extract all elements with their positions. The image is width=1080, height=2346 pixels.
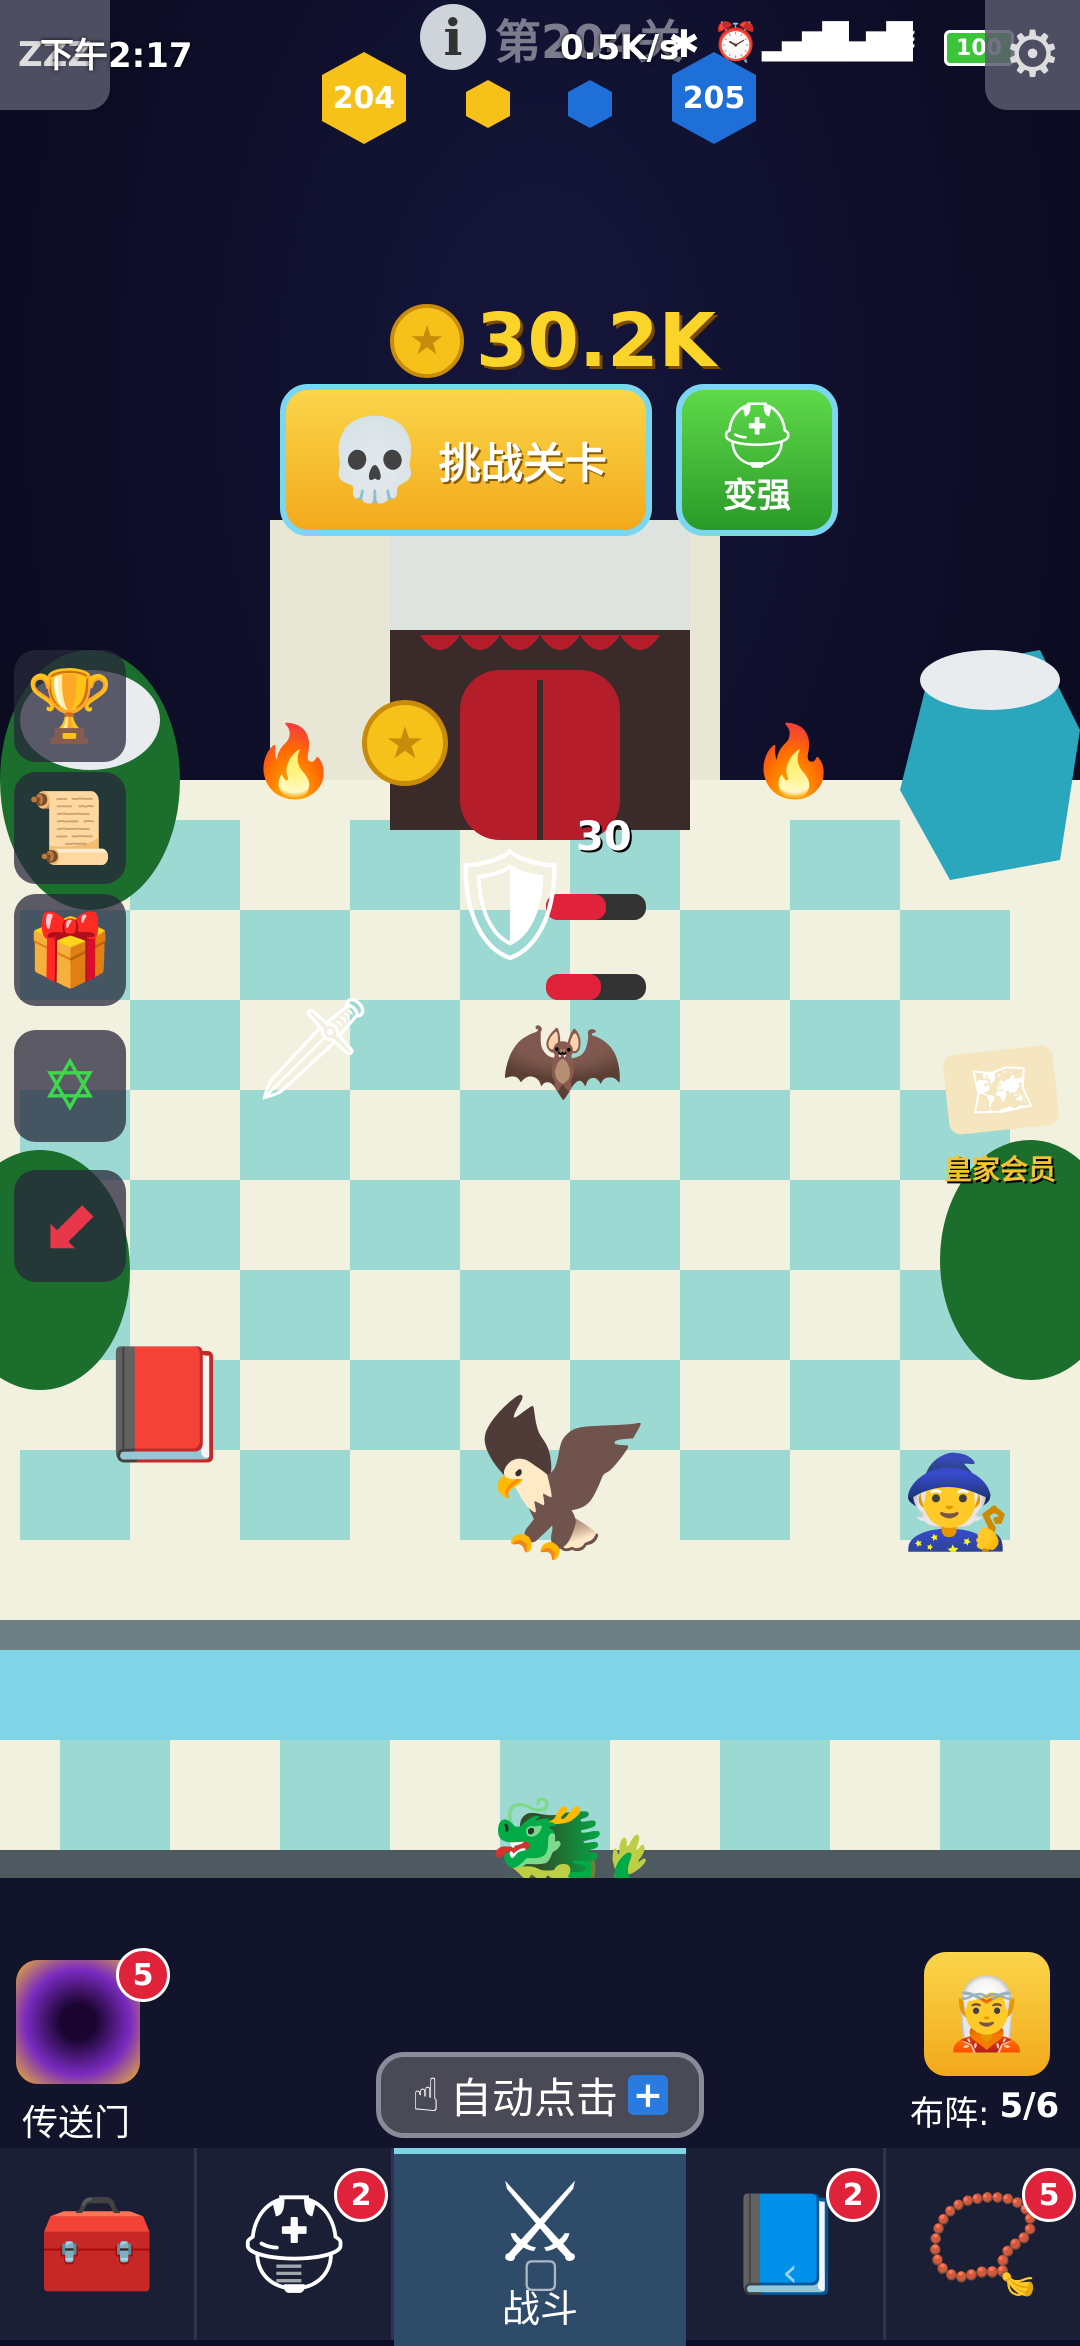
settings-button[interactable]: ⚙ (985, 0, 1080, 110)
hero-warrior[interactable]: 🗡 (250, 990, 377, 1108)
formation-info: 布阵: 5/6 (910, 2086, 1059, 2135)
coin-counter: ★ 30.2K (390, 296, 716, 386)
next-level-number: 205 (682, 80, 746, 116)
nav-battle[interactable]: ⚔ 战斗 (394, 2148, 686, 2346)
royal-map-icon: 🗺 (966, 1057, 1036, 1122)
hero-portrait-icon: 🧝 (943, 1972, 1031, 2055)
network-speed: 0.5K/s (560, 28, 680, 68)
formation-label: 布阵: (910, 2094, 990, 2134)
upgrade-button[interactable]: ⛑ 变强 (676, 384, 838, 536)
fire-brazier-right: 🔥 (750, 720, 838, 802)
heroes-badge-count: 2 (350, 2177, 372, 2213)
challenge-label: 挑战关卡 (438, 438, 607, 488)
skull-icon: 💀 (325, 413, 425, 506)
amulet-badge-count: 5 (1038, 2177, 1060, 2213)
hero-eagle[interactable]: 🦅 (470, 1390, 657, 1566)
bluetooth-icon: ✱ (668, 22, 700, 66)
arrow-icon: ⬋ (40, 1185, 100, 1267)
status-bar: ZZZ 下午2:17 i 第204关 0.5K/s ✱ ⏰ ▂▄▆█ ▂▄▆█ … (0, 0, 1080, 110)
portal-label: 传送门 (22, 2103, 131, 2144)
hero-spellbook[interactable]: 📕 (96, 1340, 233, 1469)
rank-trophy-button[interactable]: 🏆 (14, 650, 126, 762)
enemy-health-bar-2 (546, 974, 646, 1000)
gift-icon: 🎁 (26, 908, 114, 991)
fire-brazier-left: 🔥 (250, 720, 338, 802)
castle-gate (390, 520, 690, 840)
viking-helmet-icon: ⛑ (716, 398, 798, 473)
system-menu-icon[interactable]: ≡ (272, 2250, 306, 2296)
wifi-icon: ≋ (888, 20, 919, 61)
auto-click-label: 自动点击 (450, 2073, 619, 2123)
snowy-rock-right (900, 650, 1080, 880)
book-badge-count: 2 (842, 2177, 864, 2213)
info-icon[interactable]: i (420, 4, 486, 70)
book-badge: 2 (826, 2168, 880, 2222)
trophy-icon: 🏆 (26, 664, 114, 747)
collapse-arrow-button[interactable]: ⬋ (14, 1170, 126, 1282)
coin-amount: 30.2K (476, 298, 716, 384)
formation-button[interactable]: 🧝 (924, 1952, 1050, 2076)
damage-number: 30 (576, 814, 632, 860)
system-home-icon[interactable]: ▢ (522, 2250, 560, 2296)
hero-knight-small[interactable]: 🧙 (900, 1450, 1012, 1555)
hexagram-icon: ✡ (40, 1045, 100, 1127)
hexagram-button[interactable]: ✡ (14, 1030, 126, 1142)
plus-icon[interactable]: + (628, 2075, 669, 2116)
portal-badge: 5 (116, 1948, 170, 2002)
enemy-health-fill-2 (546, 974, 601, 1000)
portal-badge-count: 5 (132, 1957, 154, 1993)
current-level-number: 204 (332, 80, 396, 116)
enemy-winged-demon[interactable]: 🦇 (500, 1000, 625, 1118)
royal-member-label: 皇家会员 (944, 1153, 1057, 1186)
nav-treasure-chest[interactable]: 🧰 (0, 2148, 197, 2340)
formation-count: 5/6 (999, 2086, 1060, 2126)
enemy-dark-knight[interactable]: 🛡 (440, 840, 580, 969)
tap-hand-icon: ☝ (411, 2068, 440, 2122)
amulet-badge: 5 (1022, 2168, 1076, 2222)
coin-icon: ★ (390, 304, 464, 378)
scroll-icon: 📜 (26, 786, 114, 869)
gear-icon: ⚙ (1003, 18, 1062, 92)
heroes-badge: 2 (334, 2168, 388, 2222)
clock: 下午2:17 (40, 36, 193, 76)
upgrade-label: 变强 (723, 475, 791, 516)
system-back-icon[interactable]: ‹ (782, 2250, 798, 2296)
quest-scroll-button[interactable]: 📜 (14, 772, 126, 884)
gift-button[interactable]: 🎁 (14, 894, 126, 1006)
challenge-level-button[interactable]: 💀 挑战关卡 (280, 384, 652, 536)
auto-click-button[interactable]: ☝ 自动点击 + (376, 2052, 704, 2138)
dropped-coin-icon[interactable]: ★ (362, 700, 448, 786)
treasure-chest-icon: 🧰 (37, 2187, 157, 2300)
royal-member-button[interactable]: 🗺 (942, 1044, 1060, 1136)
